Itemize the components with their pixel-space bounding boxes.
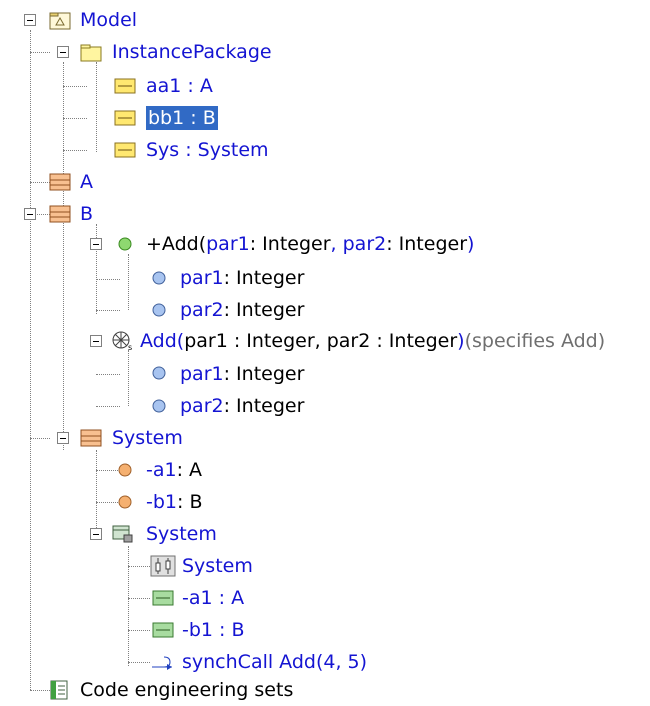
message-icon (152, 656, 172, 670)
tree-item-param-par1[interactable]: par1 : Integer (180, 262, 304, 294)
tree-item-class-b[interactable]: B (80, 198, 93, 230)
tree-line (63, 62, 64, 450)
collapse-toggle[interactable] (90, 528, 102, 540)
tree-item-instancepackage[interactable]: InstancePackage (112, 36, 272, 68)
tree-line (96, 62, 97, 152)
parameter-icon (152, 399, 166, 413)
tree-item-code-engineering-sets[interactable]: Code engineering sets (80, 674, 293, 706)
instance-icon (114, 78, 136, 94)
tree-item-property-a1[interactable]: -a1 : A (146, 454, 202, 486)
collapse-toggle[interactable] (24, 208, 36, 220)
tree-item-model[interactable]: Model (80, 4, 137, 36)
instance-icon (114, 142, 136, 158)
tree-item-property-b1[interactable]: -b1 : B (146, 486, 203, 518)
tree-item-system-internal[interactable]: System (146, 518, 217, 550)
class-icon (80, 429, 102, 447)
tree-line (128, 350, 129, 406)
model-icon (49, 12, 71, 30)
collapse-toggle[interactable] (24, 14, 36, 26)
tree-line (30, 30, 31, 690)
operation-icon (118, 237, 132, 251)
class-icon (49, 205, 71, 223)
tree-item-system-diagram[interactable]: System (182, 550, 253, 582)
class-icon (49, 173, 71, 191)
tree-item-class-a[interactable]: A (80, 166, 93, 198)
collapse-toggle[interactable] (90, 335, 102, 347)
collapse-toggle[interactable] (57, 46, 69, 58)
tree-line (128, 254, 129, 310)
lifeline-icon (152, 622, 174, 638)
code-engineering-icon (50, 680, 68, 700)
tree-item-param-par2[interactable]: par2 : Integer (180, 294, 304, 326)
tree-item-operation-add[interactable]: +Add(par1 : Integer, par2 : Integer ) (146, 228, 474, 260)
collapse-toggle[interactable] (57, 432, 69, 444)
tree-item-param-par2[interactable]: par2 : Integer (180, 390, 304, 422)
tree-item-class-system[interactable]: System (112, 422, 183, 454)
parameter-icon (152, 303, 166, 317)
property-icon (118, 495, 132, 509)
tree-item-sys[interactable]: Sys : System (146, 134, 269, 166)
tree-item-behavior-add[interactable]: Add( par1 : Integer, par2 : Integer ) (sp… (140, 325, 605, 357)
interaction-icon (112, 525, 133, 543)
svg-text:s: s (128, 343, 132, 351)
package-icon (80, 44, 102, 62)
collapse-toggle[interactable] (90, 238, 102, 250)
tree-item-aa1[interactable]: aa1 : A (146, 70, 213, 102)
tree-item-param-par1[interactable]: par1 : Integer (180, 358, 304, 390)
instance-icon (114, 110, 136, 126)
tree-item-bb1[interactable]: bb1 : B (146, 102, 218, 134)
activity-icon: s (112, 331, 132, 351)
tree-item-lifeline-b1[interactable]: -b1 : B (182, 614, 245, 646)
containment-tree: Model InstancePackage aa1 : A bb1 : B Sy… (0, 0, 650, 704)
tree-line (128, 546, 129, 666)
parameter-icon (152, 271, 166, 285)
lifeline-icon (152, 590, 174, 606)
tree-line (96, 450, 97, 540)
parameter-icon (152, 366, 166, 380)
property-icon (118, 463, 132, 477)
tree-item-lifeline-a1[interactable]: -a1 : A (182, 582, 244, 614)
sequence-diagram-icon (150, 555, 176, 577)
